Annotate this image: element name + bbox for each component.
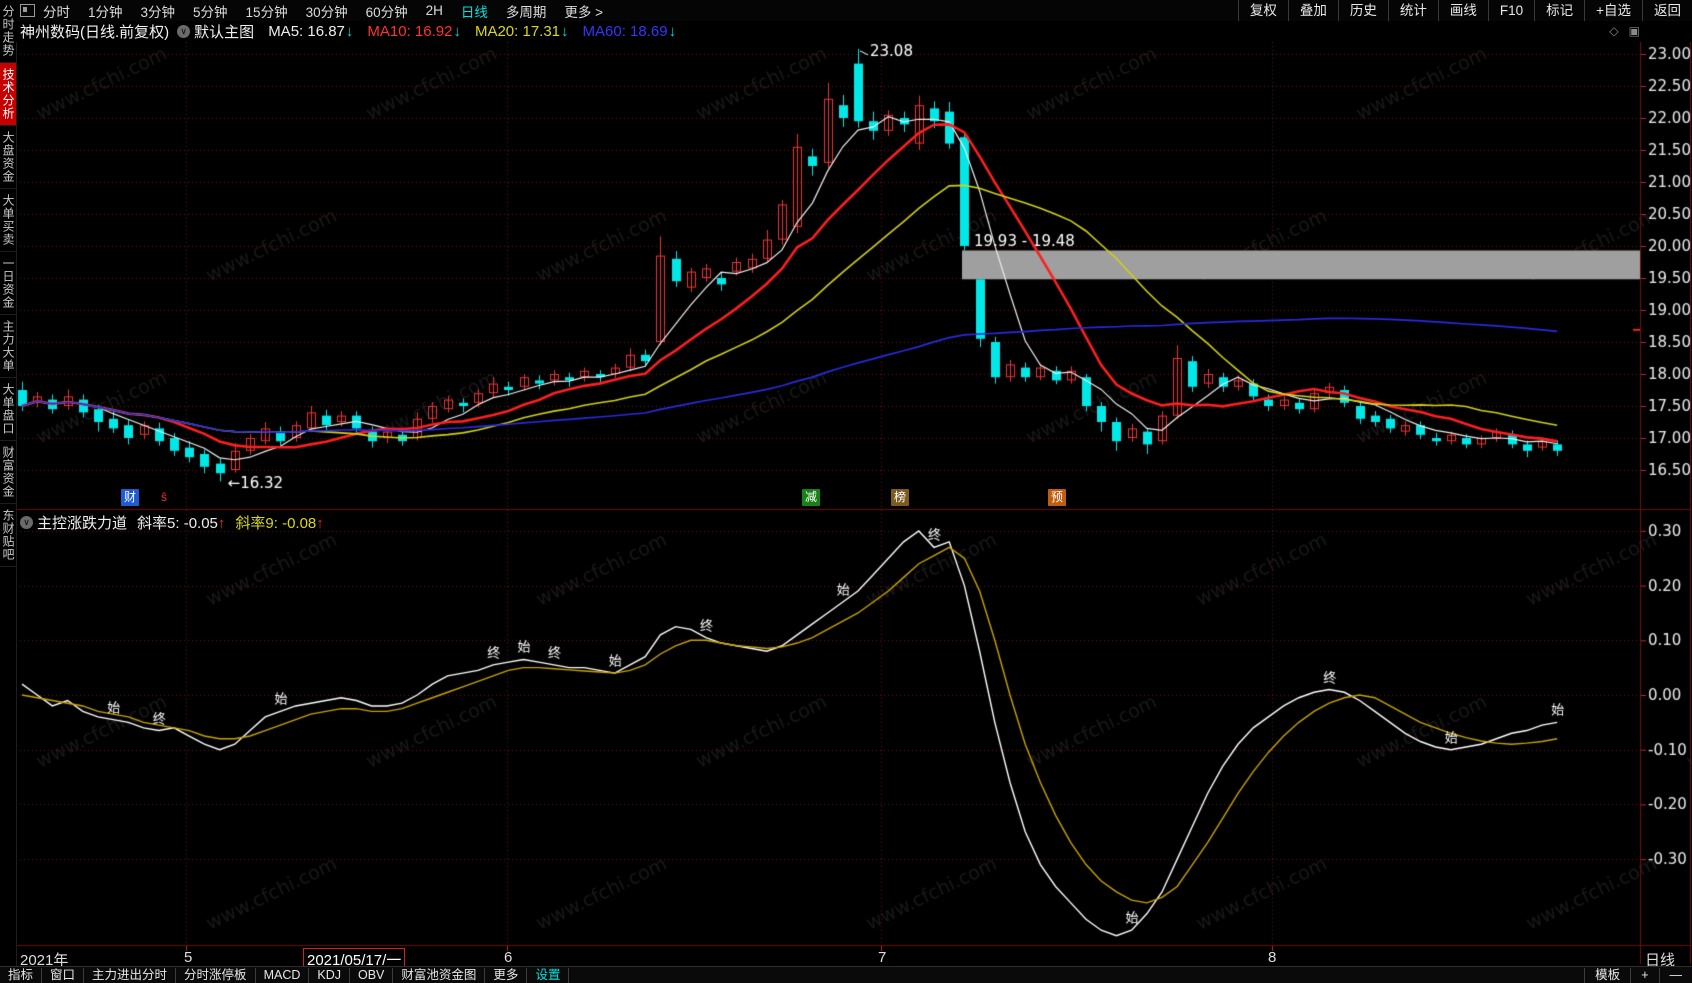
tool-button[interactable]: 统计 <box>1388 0 1438 21</box>
period-tab[interactable]: 3分钟 <box>141 1 176 21</box>
event-badge[interactable]: ŝ <box>158 489 170 506</box>
chevron-down-icon[interactable] <box>20 516 33 529</box>
ma-label: MA60: 18.69 <box>583 23 668 40</box>
stock-chart-canvas[interactable] <box>0 0 1692 982</box>
indicator-button[interactable]: 指标 <box>0 968 42 983</box>
top-toolbar: 分时 1分钟 3分钟 5分钟 15分钟 30分钟 60分钟 2H 日线多周期更多 > 复权叠加历… <box>16 0 1692 22</box>
down-arrow-icon: ↓ <box>669 23 677 40</box>
ma-value: MA10: 16.92↓ <box>367 23 461 40</box>
period-tabs: 分时 1分钟 3分钟 5分钟 15分钟 30分钟 60分钟 2H 日线多周期更多 > <box>43 1 603 21</box>
indicator-header: 主控涨跌力道 斜率5: -0.05↑ 斜率9: -0.08↑ <box>20 512 324 533</box>
period-tab[interactable]: 日线 <box>461 1 488 21</box>
sidebar-item[interactable]: 大单买卖 <box>0 189 16 252</box>
sidebar-item[interactable]: 财富资金 <box>0 441 16 504</box>
period-tab[interactable]: 2H <box>426 3 443 18</box>
bottom-right-button[interactable]: — <box>1659 968 1692 983</box>
indicator-button[interactable]: 窗口 <box>42 968 84 983</box>
sidebar-item[interactable]: 大盘资金 <box>0 126 16 189</box>
title-bar: 神州数码(日线.前复权) 默认主图 MA5: 16.87↓MA10: 16.92… <box>16 21 1692 42</box>
event-badge[interactable]: 榜 <box>891 489 909 506</box>
bottom-right-button[interactable]: 模板 <box>1584 968 1630 983</box>
down-arrow-icon: ↓ <box>346 23 354 40</box>
date-label[interactable]: 5 <box>184 949 192 966</box>
ma-label: MA10: 16.92 <box>367 23 452 40</box>
bottom-toolbar: 指标窗口主力进出分时分时涨停板MACDKDJOBV财富池资金图更多设置 模板+— <box>0 966 1692 983</box>
indicator-button[interactable]: KDJ <box>309 968 350 983</box>
sidebar-item[interactable]: 技术分析 <box>0 63 16 126</box>
event-badge[interactable]: 财 <box>121 489 139 506</box>
up-arrow-icon: ↑ <box>218 515 226 532</box>
indicator-param-2: 斜率9: -0.08↑ <box>235 512 323 533</box>
date-label[interactable]: 7 <box>878 949 886 966</box>
window-icon[interactable]: ▣ <box>1629 24 1640 38</box>
indicator-button[interactable]: OBV <box>350 968 393 983</box>
sidebar-item[interactable]: 大单盘口 <box>0 378 16 441</box>
indicator-button[interactable]: 分时涨停板 <box>176 968 256 983</box>
down-arrow-icon: ↓ <box>453 23 461 40</box>
indicator-button[interactable]: 主力进出分时 <box>84 968 176 983</box>
title-right-icons: ◇▣ <box>1609 24 1640 38</box>
tool-button[interactable]: 叠加 <box>1288 0 1338 21</box>
layout-grid-icon[interactable] <box>20 4 35 17</box>
indicator-button[interactable]: 设置 <box>527 968 569 983</box>
date-label[interactable]: 8 <box>1268 949 1276 966</box>
ma-legend: MA5: 16.87↓MA10: 16.92↓MA20: 17.31↓MA60:… <box>268 23 676 40</box>
period-tab[interactable]: 多周期 <box>506 1 547 21</box>
ma-label: MA20: 17.31 <box>475 23 560 40</box>
tool-button[interactable]: F10 <box>1488 0 1534 21</box>
chevron-down-icon[interactable] <box>177 25 190 38</box>
tool-button[interactable]: 画线 <box>1438 0 1488 21</box>
period-tab[interactable]: 15分钟 <box>246 1 288 21</box>
ma-value: MA60: 18.69↓ <box>583 23 677 40</box>
period-tab[interactable]: 5分钟 <box>193 1 228 21</box>
left-sidebar: 分时走势技术分析大盘资金大单买卖一日资金主力大单大单盘口财富资金东财贴吧 <box>0 0 17 982</box>
period-tab[interactable]: 1分钟 <box>88 1 123 21</box>
symbol-title: 神州数码(日线.前复权) <box>20 21 169 42</box>
period-tab[interactable]: 60分钟 <box>366 1 408 21</box>
up-arrow-icon: ↑ <box>316 515 324 532</box>
tool-button[interactable]: 历史 <box>1338 0 1388 21</box>
sidebar-item[interactable]: 主力大单 <box>0 315 16 378</box>
event-badge[interactable]: 减 <box>802 489 820 506</box>
indicator-button[interactable]: MACD <box>256 968 310 983</box>
diamond-icon[interactable]: ◇ <box>1609 24 1618 38</box>
indicator-name[interactable]: 主控涨跌力道 <box>37 512 127 533</box>
main-layout-label[interactable]: 默认主图 <box>194 21 254 42</box>
ma-value: MA20: 17.31↓ <box>475 23 569 40</box>
period-tab[interactable]: 30分钟 <box>306 1 348 21</box>
event-badge[interactable]: 预 <box>1048 489 1066 506</box>
tool-button[interactable]: 返回 <box>1642 0 1692 21</box>
tool-button[interactable]: 复权 <box>1238 0 1288 21</box>
period-tab[interactable]: 分时 <box>43 1 70 21</box>
ma-value: MA5: 16.87↓ <box>268 23 353 40</box>
bottom-right-button[interactable]: + <box>1630 968 1658 983</box>
date-label[interactable]: 6 <box>504 949 512 966</box>
sidebar-item[interactable]: 东财贴吧 <box>0 504 16 567</box>
indicator-button[interactable]: 财富池资金图 <box>393 968 485 983</box>
tool-button[interactable]: 标记 <box>1534 0 1584 21</box>
period-tab[interactable]: 更多 > <box>564 1 603 21</box>
indicator-param-1: 斜率5: -0.05↑ <box>137 512 225 533</box>
tool-button[interactable]: +自选 <box>1584 0 1642 21</box>
ma-label: MA5: 16.87 <box>268 23 345 40</box>
tool-buttons: 复权叠加历史统计画线F10标记+自选返回 <box>1238 0 1692 21</box>
indicator-button[interactable]: 更多 <box>485 968 527 983</box>
down-arrow-icon: ↓ <box>561 23 569 40</box>
sidebar-item[interactable]: 分时走势 <box>0 0 16 63</box>
sidebar-item[interactable]: 一日资金 <box>0 252 16 315</box>
